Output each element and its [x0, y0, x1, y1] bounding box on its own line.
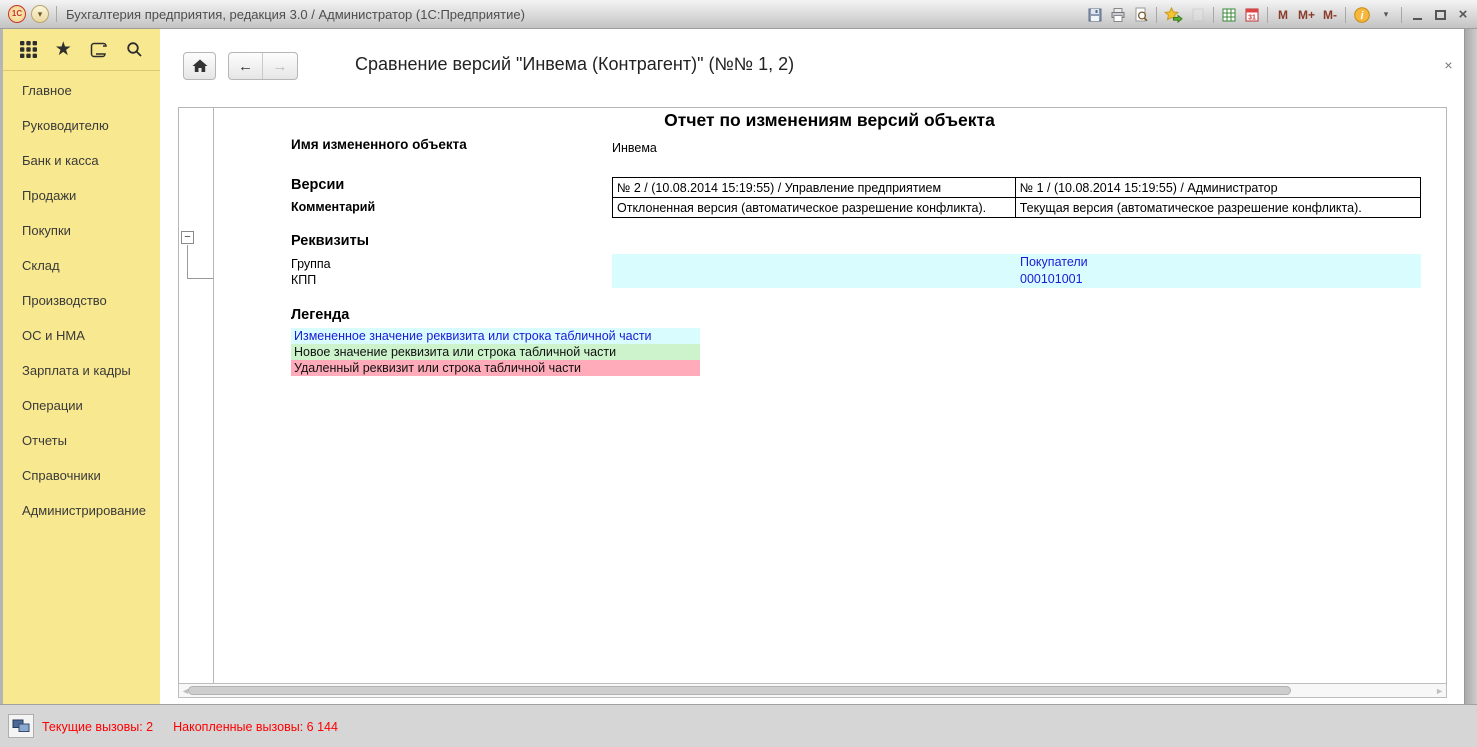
changed-attributes-block: Покупатели 000101001 — [612, 254, 1421, 288]
vertical-scrollbar[interactable] — [1464, 29, 1477, 707]
attribute-label-group: Группа — [291, 257, 331, 271]
sidebar-item-operacii[interactable]: Операции — [3, 388, 160, 423]
sidebar-toolbar: ★ — [3, 29, 160, 71]
memory-m-button[interactable]: M — [1275, 6, 1291, 24]
sidebar-item-glavnoe[interactable]: Главное — [3, 73, 160, 108]
recent-link-icon — [1190, 6, 1206, 24]
attribute-label-kpp: КПП — [291, 273, 316, 287]
maximize-button[interactable] — [1432, 6, 1448, 24]
home-icon — [191, 58, 209, 74]
comment-cell: Текущая версия (автоматическое разрешени… — [1015, 198, 1420, 218]
attribute-old-value — [612, 254, 1015, 271]
table-row: № 2 / (10.08.2014 15:19:55) / Управление… — [613, 178, 1421, 198]
menu-grid-icon[interactable] — [19, 40, 38, 59]
close-button[interactable]: × — [1455, 6, 1471, 24]
report-left-border — [178, 107, 179, 684]
divider — [1267, 7, 1268, 23]
group-bracket — [187, 245, 188, 278]
report-group-margin-line — [213, 107, 214, 684]
chevron-down-icon[interactable]: ▾ — [1378, 6, 1394, 24]
report-top-border — [178, 107, 1447, 108]
object-name-value: Инвема — [612, 141, 657, 155]
version-cell[interactable]: № 2 / (10.08.2014 15:19:55) / Управление… — [613, 178, 1016, 198]
app-logo-icon: 1С — [8, 5, 26, 23]
sidebar-item-administrirovanie[interactable]: Администрирование — [3, 493, 160, 528]
app-window: 1С ▾ Бухгалтерия предприятия, редакция 3… — [0, 0, 1477, 747]
titlebar-toolbar: 31 M M+ M- i ▾ × — [1087, 3, 1471, 26]
scrollbar-thumb[interactable] — [188, 686, 1291, 695]
horizontal-scrollbar[interactable]: ◄ ► — [178, 683, 1447, 698]
object-name-label: Имя измененного объекта — [291, 137, 467, 152]
info-icon[interactable]: i — [1353, 6, 1371, 24]
print-preview-icon[interactable] — [1133, 6, 1149, 24]
server-calls-icon[interactable] — [8, 714, 34, 738]
print-icon[interactable] — [1110, 6, 1126, 24]
legend-item-deleted: Удаленный реквизит или строка табличной … — [291, 360, 700, 376]
sidebar-item-os-i-nma[interactable]: ОС и НМА — [3, 318, 160, 353]
calendar-icon[interactable]: 31 — [1244, 6, 1260, 24]
sidebar-item-zarplata-i-kadry[interactable]: Зарплата и кадры — [3, 353, 160, 388]
sidebar-item-rukovoditelyu[interactable]: Руководителю — [3, 108, 160, 143]
report-title: Отчет по изменениям версий объекта — [213, 110, 1446, 131]
attribute-new-value: 000101001 — [1015, 271, 1421, 288]
attributes-heading: Реквизиты — [291, 233, 369, 249]
memory-m-plus-button[interactable]: M+ — [1298, 6, 1315, 24]
sections-menu: Главное Руководителю Банк и касса Продаж… — [3, 71, 160, 528]
memory-m-minus-button[interactable]: M- — [1322, 6, 1338, 24]
collapse-group-button[interactable]: − — [181, 231, 194, 244]
group-bracket — [187, 278, 213, 279]
versions-table: № 2 / (10.08.2014 15:19:55) / Управление… — [612, 177, 1421, 218]
save-icon[interactable] — [1087, 6, 1103, 24]
minimize-button[interactable] — [1409, 6, 1425, 24]
history-scroll-icon[interactable] — [88, 40, 108, 60]
tab-close-icon[interactable]: × — [1440, 57, 1457, 74]
legend-heading: Легенда — [291, 307, 349, 323]
scroll-right-arrow-icon[interactable]: ► — [1435, 686, 1444, 696]
divider — [1156, 7, 1157, 23]
legend-item-new: Новое значение реквизита или строка табл… — [291, 344, 700, 360]
history-nav-group: ← → — [228, 52, 298, 80]
legend-item-changed: Измененное значение реквизита или строка… — [291, 328, 700, 344]
page-title: Сравнение версий "Инвема (Контрагент)" (… — [355, 54, 794, 75]
sidebar-item-spravochniki[interactable]: Справочники — [3, 458, 160, 493]
sidebar-item-sklad[interactable]: Склад — [3, 248, 160, 283]
attribute-new-value: Покупатели — [1015, 254, 1421, 271]
favorites-star-icon[interactable]: ★ — [55, 40, 72, 60]
divider — [56, 6, 57, 22]
comment-label: Комментарий — [291, 200, 375, 214]
divider — [1345, 7, 1346, 23]
current-calls-count: Текущие вызовы: 2 — [42, 720, 153, 734]
comment-cell: Отклоненная версия (автоматическое разре… — [613, 198, 1016, 218]
sidebar-item-proizvodstvo[interactable]: Производство — [3, 283, 160, 318]
accumulated-calls-count: Накопленные вызовы: 6 144 — [173, 720, 338, 734]
sidebar-item-otchety[interactable]: Отчеты — [3, 423, 160, 458]
search-icon[interactable] — [125, 40, 144, 59]
attribute-old-value — [612, 271, 1015, 288]
main-menu-button[interactable]: ▾ — [31, 5, 49, 23]
versions-label: Версии — [291, 177, 344, 193]
svg-text:31: 31 — [1248, 14, 1256, 21]
calculator-icon[interactable] — [1221, 6, 1237, 24]
table-row: Отклоненная версия (автоматическое разре… — [613, 198, 1421, 218]
version-cell[interactable]: № 1 / (10.08.2014 15:19:55) / Администра… — [1015, 178, 1420, 198]
sidebar-item-pokupki[interactable]: Покупки — [3, 213, 160, 248]
statusbar: Текущие вызовы: 2 Накопленные вызовы: 6 1… — [0, 704, 1477, 747]
sidebar-item-prodazhi[interactable]: Продажи — [3, 178, 160, 213]
forward-button[interactable]: → — [263, 53, 297, 79]
status-text: Текущие вызовы: 2 Накопленные вызовы: 6 1… — [42, 720, 358, 734]
sections-sidebar: ★ Главное Руководителю Банк и касса Прод… — [3, 29, 160, 707]
divider — [1401, 7, 1402, 23]
sidebar-item-bank-i-kassa[interactable]: Банк и касса — [3, 143, 160, 178]
back-button[interactable]: ← — [229, 53, 263, 79]
report-right-border — [1446, 107, 1447, 684]
titlebar: 1С ▾ Бухгалтерия предприятия, редакция 3… — [0, 0, 1477, 29]
add-favorite-icon[interactable] — [1164, 6, 1183, 24]
divider — [1213, 7, 1214, 23]
window-title: Бухгалтерия предприятия, редакция 3.0 / … — [66, 7, 525, 22]
home-button[interactable] — [183, 52, 216, 80]
